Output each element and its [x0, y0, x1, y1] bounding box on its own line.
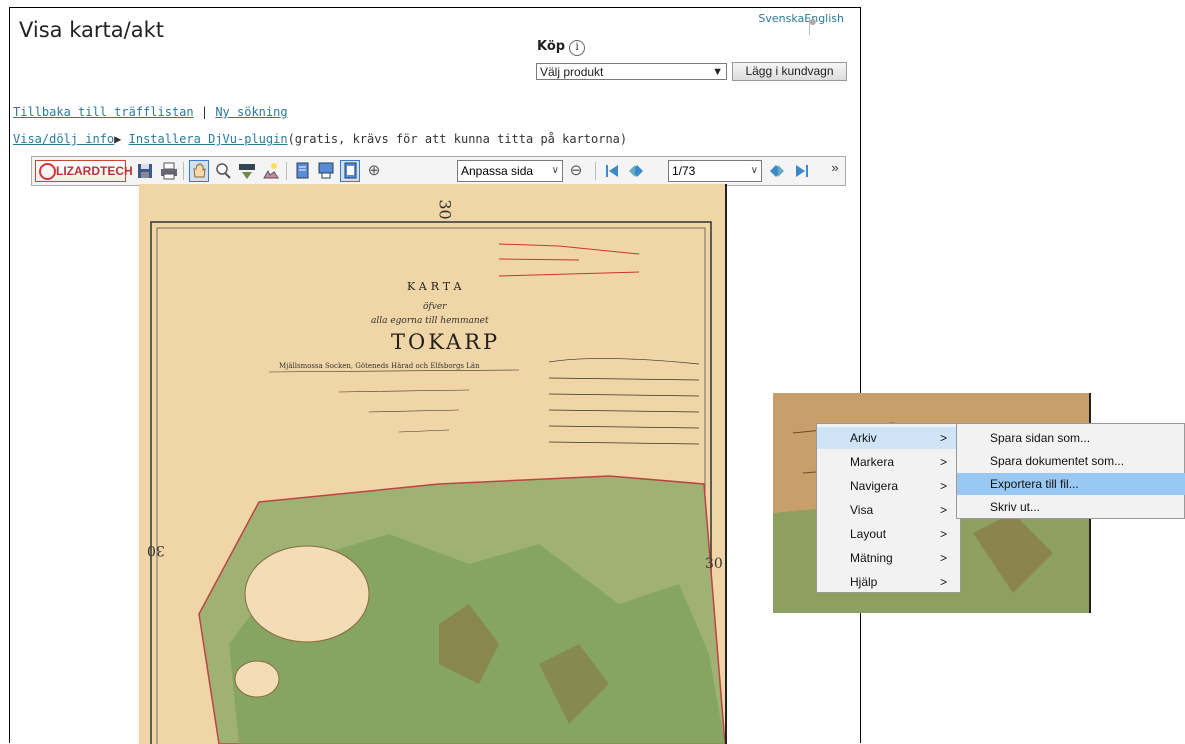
buy-section: Köp i — [537, 39, 586, 56]
toolbar-more-button[interactable]: » — [827, 160, 843, 182]
map-edge-number-right: 30 — [705, 556, 723, 572]
back-to-results-link[interactable]: Tillbaka till träfflistan — [13, 105, 194, 119]
menu-item-label: Arkiv — [850, 431, 877, 445]
install-plugin-link[interactable]: Installera DjVu-plugin — [129, 132, 288, 146]
lizardtech-logo-text: LIZARDTECH — [56, 164, 133, 178]
submenu-item[interactable]: Spara dokumentet som... — [957, 450, 1185, 472]
chevron-right-icon: > — [940, 551, 948, 565]
info-icon[interactable]: i — [569, 40, 586, 56]
chevron-down-icon: ∨ — [551, 165, 559, 176]
chevron-right-icon: > — [940, 503, 948, 517]
language-switcher: Svenska ● English — [758, 12, 844, 35]
save-icon[interactable] — [135, 160, 155, 182]
map-image — [139, 184, 725, 744]
bullet-icon: ● — [809, 17, 816, 35]
fit-page-icon[interactable] — [340, 160, 360, 182]
next-page-icon[interactable] — [767, 160, 787, 182]
map-page-number: 30 — [435, 199, 455, 220]
context-menu: Arkiv > Markera > Navigera > Visa > Layout > Mätni… — [816, 423, 961, 593]
context-submenu: Spara sidan som... Spara dokumentet som..… — [956, 423, 1185, 519]
menu-item-visa[interactable]: Visa > — [817, 499, 960, 521]
submenu-item[interactable]: Exportera till fil... — [957, 473, 1185, 495]
page-select[interactable]: 1/73 ∨ — [668, 160, 762, 182]
zoom-select-value: Anpassa sida — [461, 164, 534, 178]
map-subtitle-1: öfver — [423, 302, 447, 312]
add-to-cart-button[interactable]: Lägg i kundvagn — [732, 62, 847, 81]
map-viewer[interactable]: 30 KARTA öfver alla egorna till hemmanet… — [139, 184, 727, 744]
map-name: TOKARP — [391, 330, 501, 354]
menu-item-mätning[interactable]: Mätning > — [817, 547, 960, 569]
print-icon[interactable] — [159, 160, 179, 182]
new-search-link[interactable]: Ny sökning — [215, 105, 287, 119]
map-subtitle-2: alla egorna till hemmanet — [371, 316, 489, 326]
zoom-select[interactable]: Anpassa sida ∨ — [457, 160, 563, 182]
chevron-right-icon: > — [940, 527, 948, 541]
submenu-item-label: Exportera till fil... — [990, 477, 1079, 491]
link-separator: | — [200, 105, 209, 119]
menu-item-layout[interactable]: Layout > — [817, 523, 960, 545]
lizardtech-logo-icon — [39, 163, 56, 180]
chevron-down-icon: ∨ — [750, 165, 758, 176]
submenu-item-label: Spara sidan som... — [990, 431, 1091, 445]
chevron-right-icon: > — [940, 575, 948, 589]
single-page-icon[interactable] — [292, 160, 312, 182]
submenu-item[interactable]: Spara sidan som... — [957, 427, 1185, 449]
language-link-svenska[interactable]: Svenska — [758, 12, 804, 25]
lizardtech-logo-button[interactable]: LIZARDTECH — [35, 160, 133, 182]
text-select-icon[interactable] — [237, 160, 257, 182]
map-heading: KARTA — [407, 280, 466, 293]
page-select-value: 1/73 — [672, 164, 696, 178]
hand-tool-icon[interactable] — [189, 160, 209, 182]
annotate-icon[interactable] — [261, 160, 281, 182]
product-select-value: Välj produkt — [540, 65, 604, 79]
install-note: (gratis, krävs för att kunna titta på ka… — [287, 132, 628, 146]
first-page-icon[interactable] — [602, 160, 622, 182]
buy-label: Köp — [537, 39, 566, 54]
djvu-toolbar: LIZARDTECH ⊕ Anpassa sida ∨ ⊖ 1/73 ∨ » — [31, 156, 846, 186]
menu-item-hjälp[interactable]: Hjälp > — [817, 571, 960, 593]
submenu-item-label: Spara dokumentet som... — [990, 454, 1125, 468]
map-edge-number-left: 30 — [147, 542, 165, 558]
chevron-right-icon: > — [940, 479, 948, 493]
continuous-icon[interactable] — [316, 160, 336, 182]
menu-item-navigera[interactable]: Navigera > — [817, 475, 960, 497]
submenu-item[interactable]: Skriv ut... — [957, 496, 1185, 518]
menu-item-label: Layout — [850, 527, 887, 541]
zoom-out-icon[interactable]: ⊖ — [566, 160, 586, 182]
navigation-links: Tillbaka till träfflistan | Ny sökning — [13, 105, 288, 119]
menu-item-arkiv[interactable]: Arkiv > — [817, 427, 960, 449]
zoom-tool-icon[interactable] — [213, 160, 233, 182]
menu-item-markera[interactable]: Markera > — [817, 451, 960, 473]
menu-item-label: Navigera — [850, 479, 899, 493]
toggle-info-link[interactable]: Visa/dölj info — [13, 132, 114, 146]
chevron-down-icon: ▼ — [712, 66, 723, 78]
menu-item-label: Hjälp — [850, 575, 878, 589]
chevron-right-icon: > — [940, 455, 948, 469]
last-page-icon[interactable] — [792, 160, 812, 182]
product-select[interactable]: Välj produkt ▼ — [536, 63, 727, 80]
triangle-right-icon: ▶ — [114, 132, 122, 146]
menu-item-label: Mätning — [850, 551, 893, 565]
info-links: Visa/dölj info▶ Installera DjVu-plugin(g… — [13, 132, 627, 146]
submenu-item-label: Skriv ut... — [990, 500, 1041, 514]
page-title: Visa karta/akt — [19, 18, 164, 42]
prev-page-icon[interactable] — [626, 160, 646, 182]
chevron-right-icon: > — [940, 431, 948, 445]
map-region: Mjällsmossa Socken, Göteneds Härad och E… — [279, 362, 480, 370]
zoom-in-icon[interactable]: ⊕ — [364, 160, 384, 182]
menu-item-label: Visa — [850, 503, 874, 517]
menu-item-label: Markera — [850, 455, 895, 469]
